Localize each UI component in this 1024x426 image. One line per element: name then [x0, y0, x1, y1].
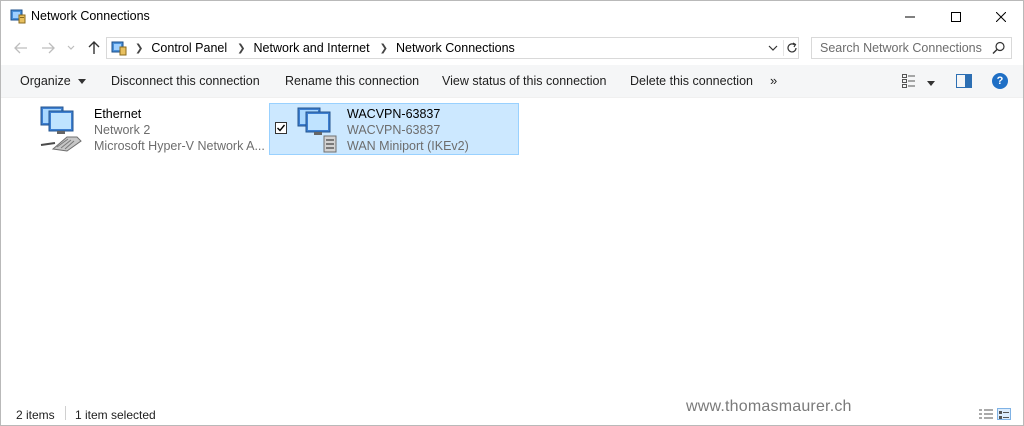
- address-bar[interactable]: ❯ Control Panel ❯ Network and Internet ❯…: [106, 37, 799, 59]
- rename-connection-button[interactable]: Rename this connection: [285, 74, 419, 88]
- breadcrumb-separator-icon[interactable]: ❯: [380, 43, 388, 54]
- refresh-icon: [787, 42, 797, 53]
- breadcrumb-separator-icon[interactable]: ❯: [237, 43, 245, 54]
- vpn-connection-icon: [294, 106, 344, 154]
- organize-menu-button[interactable]: Organize: [20, 74, 87, 88]
- connection-network: WACVPN-63837: [347, 123, 441, 137]
- disconnect-connection-button[interactable]: Disconnect this connection: [111, 74, 260, 88]
- maximize-icon: [951, 11, 961, 22]
- search-placeholder: Search Network Connections: [820, 41, 982, 55]
- control-panel-icon: [10, 8, 26, 24]
- breadcrumb-control-panel[interactable]: Control Panel: [151, 41, 227, 55]
- forward-arrow-icon: [42, 42, 55, 54]
- connection-name: WACVPN-63837: [347, 107, 441, 121]
- close-button[interactable]: [978, 1, 1024, 32]
- ethernet-adapter-icon: [37, 105, 87, 153]
- more-commands-button[interactable]: »: [770, 73, 777, 88]
- connection-details: Ethernet Network 2 Microsoft Hyper-V Net…: [94, 106, 265, 154]
- organize-label: Organize: [20, 74, 71, 88]
- breadcrumb-network-connections[interactable]: Network Connections: [396, 41, 515, 55]
- tiles-view-icon: [999, 411, 1009, 419]
- delete-connection-button[interactable]: Delete this connection: [630, 74, 753, 88]
- back-arrow-icon: [14, 42, 27, 54]
- search-icon[interactable]: [992, 41, 1006, 55]
- title-bar: Network Connections: [1, 1, 1023, 32]
- connection-network: Network 2: [94, 123, 151, 137]
- up-button[interactable]: [85, 39, 103, 57]
- chevron-down-icon: [768, 45, 778, 51]
- selection-checkbox[interactable]: [275, 122, 287, 134]
- dropdown-triangle-icon: [78, 79, 87, 85]
- recent-locations-button[interactable]: [65, 39, 77, 57]
- connection-details: WACVPN-63837 WACVPN-63837 WAN Miniport (…: [347, 106, 469, 154]
- tiles-view-button[interactable]: [997, 408, 1011, 420]
- view-options-dropdown[interactable]: [927, 75, 935, 89]
- view-status-button[interactable]: View status of this connection: [442, 74, 606, 88]
- chevron-down-icon: [67, 45, 75, 50]
- up-arrow-icon: [88, 41, 100, 54]
- watermark: www.thomasmaurer.ch: [686, 398, 852, 415]
- preview-pane-icon: [956, 74, 972, 88]
- refresh-button[interactable]: [783, 40, 800, 56]
- selected-count: 1 item selected: [75, 408, 156, 422]
- navigation-bar: ❯ Control Panel ❯ Network and Internet ❯…: [1, 32, 1023, 64]
- breadcrumb-network-and-internet[interactable]: Network and Internet: [254, 41, 370, 55]
- forward-button[interactable]: [39, 39, 57, 57]
- preview-pane-button[interactable]: [956, 74, 972, 88]
- control-panel-icon: [111, 40, 127, 56]
- connection-item-vpn[interactable]: WACVPN-63837 WACVPN-63837 WAN Miniport (…: [269, 103, 519, 155]
- close-icon: [996, 11, 1006, 22]
- connection-item-ethernet[interactable]: Ethernet Network 2 Microsoft Hyper-V Net…: [37, 103, 287, 155]
- search-input[interactable]: Search Network Connections: [811, 37, 1012, 59]
- minimize-icon: [905, 16, 915, 17]
- status-divider: [65, 406, 66, 420]
- dropdown-triangle-icon: [927, 81, 935, 86]
- item-count: 2 items: [16, 408, 55, 422]
- command-bar: Organize Disconnect this connection Rena…: [1, 65, 1023, 98]
- window-title: Network Connections: [31, 9, 150, 23]
- help-button[interactable]: ?: [992, 73, 1008, 89]
- minimize-button[interactable]: [887, 1, 933, 32]
- maximize-button[interactable]: [933, 1, 979, 32]
- breadcrumb: ❯ Control Panel ❯ Network and Internet ❯…: [131, 38, 521, 58]
- change-view-button[interactable]: [902, 74, 916, 88]
- connection-device: Microsoft Hyper-V Network A...: [94, 139, 265, 153]
- connections-list: Ethernet Network 2 Microsoft Hyper-V Net…: [1, 98, 1023, 398]
- view-options-icon: [902, 74, 915, 88]
- checkmark-icon: [277, 124, 286, 132]
- breadcrumb-separator-icon[interactable]: ❯: [135, 43, 143, 54]
- connection-name: Ethernet: [94, 107, 142, 121]
- connection-device: WAN Miniport (IKEv2): [347, 139, 469, 153]
- details-view-icon: [979, 409, 993, 419]
- explorer-window: Network Connections ❯ Control Panel ❯ Ne…: [0, 0, 1024, 426]
- status-bar: 2 items 1 item selected www.thomasmaurer…: [1, 398, 1023, 425]
- back-button[interactable]: [12, 39, 30, 57]
- details-view-button[interactable]: [979, 408, 993, 420]
- address-history-dropdown[interactable]: [767, 41, 779, 55]
